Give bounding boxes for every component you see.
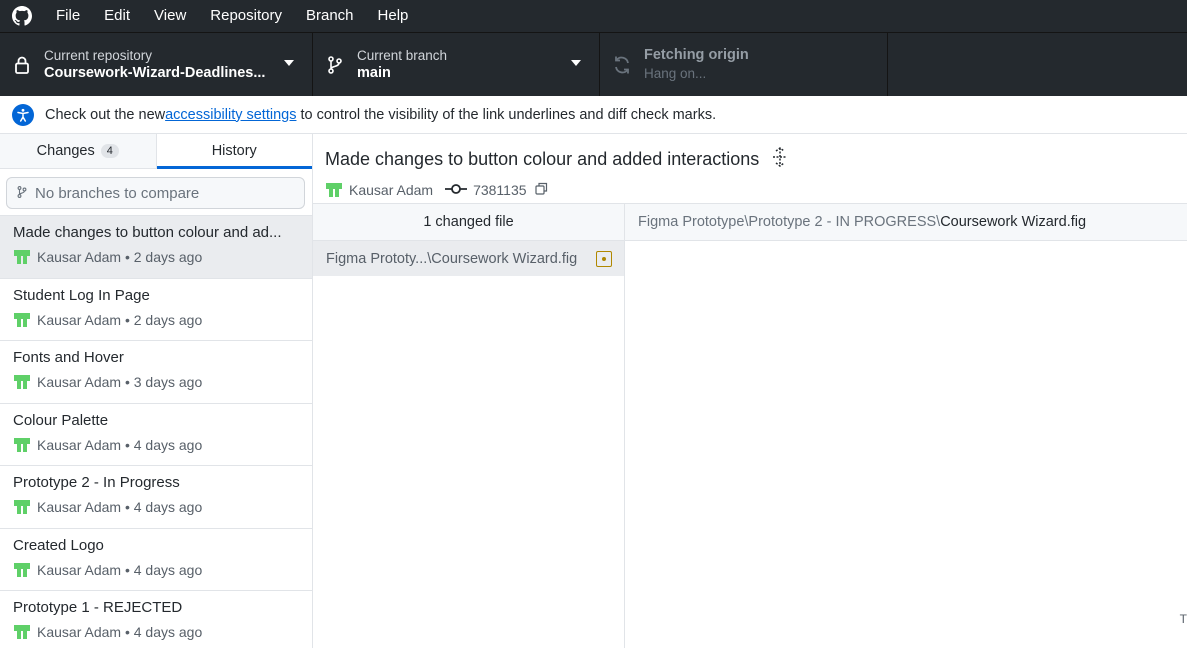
caret-down-icon [284, 60, 294, 66]
compare-branch-wrap: No branches to compare [0, 169, 312, 216]
changed-file-row[interactable]: Figma Prototy...\Coursework Wizard.fig [313, 241, 624, 276]
commit-summary-header: Made changes to button colour and added … [313, 134, 1187, 204]
diff-file-directory: Figma Prototype\Prototype 2 - IN PROGRES… [638, 214, 941, 230]
history-sidebar: Changes 4 History No branches to compare… [0, 134, 313, 648]
changed-files-header: 1 changed file [313, 204, 624, 241]
changes-count-badge: 4 [100, 144, 119, 158]
accessibility-icon [12, 103, 34, 126]
current-repository-label: Current repository [44, 47, 153, 63]
commit-list-item[interactable]: Student Log In Page Kausar Adam • 2 days… [0, 279, 312, 341]
commit-author: Kausar Adam [37, 561, 122, 578]
commit-title: Made changes to button colour and ad... [13, 224, 282, 241]
accessibility-settings-link[interactable]: accessibility settings [165, 107, 296, 123]
commit-author: Kausar Adam [37, 311, 122, 328]
fetch-origin-status: Hang on... [644, 65, 707, 81]
commit-detail-title: Made changes to button colour and added … [325, 149, 760, 169]
fetch-origin-label: Fetching origin [644, 46, 749, 63]
menu-branch[interactable]: Branch [294, 0, 366, 32]
menu-file[interactable]: File [44, 0, 92, 32]
commit-list-item[interactable]: Colour Palette Kausar Adam • 4 days ago [0, 404, 312, 466]
notice-text-after: to control the visibility of the link un… [296, 106, 717, 123]
tab-history[interactable]: History [156, 134, 312, 169]
current-branch-button[interactable]: Current branch main [313, 33, 600, 96]
commit-time: 2 days ago [133, 249, 203, 265]
avatar-icon [325, 181, 343, 199]
caret-down-icon [571, 60, 581, 66]
diff-file-name: Coursework Wizard.fig [940, 214, 1087, 230]
commit-author: Kausar Adam [37, 624, 122, 640]
avatar-icon [13, 623, 31, 641]
expand-icon[interactable] [771, 147, 789, 172]
menu-edit[interactable]: Edit [92, 0, 142, 32]
diff-file-header: Figma Prototype\Prototype 2 - IN PROGRES… [625, 204, 1187, 241]
commit-time: 3 days ago [133, 374, 203, 390]
branch-icon [17, 185, 27, 202]
changed-files-column: 1 changed file Figma Prototy...\Coursewo… [313, 204, 625, 648]
menu-bar: File Edit View Repository Branch Help [0, 0, 1187, 32]
commit-list-item[interactable]: Prototype 2 - In Progress Kausar Adam • … [0, 466, 312, 529]
git-commit-icon [445, 182, 468, 198]
current-branch-value: main [357, 64, 391, 81]
changed-file-path: Figma Prototy...\Coursework Wizard.fig [326, 250, 578, 267]
menu-view[interactable]: View [142, 0, 198, 32]
avatar-icon [13, 248, 31, 266]
avatar-icon [13, 373, 31, 391]
avatar-icon [13, 498, 31, 516]
commit-list-item[interactable]: Created Logo Kausar Adam • 4 days ago [0, 529, 312, 591]
commit-title: Colour Palette [13, 411, 109, 429]
commit-list-item[interactable]: Prototype 1 - REJECTED Kausar Adam • 4 d… [0, 591, 312, 648]
current-repository-value: Coursework-Wizard-Deadlines... [44, 64, 266, 81]
current-repository-button[interactable]: Current repository Coursework-Wizard-Dea… [0, 33, 313, 96]
accessibility-notice-banner: Check out the new accessibility settings… [0, 96, 1187, 134]
branch-icon [313, 55, 357, 74]
sync-icon [600, 55, 644, 75]
compare-branch-placeholder: No branches to compare [35, 184, 200, 202]
tab-history-label: History [211, 143, 257, 159]
copy-icon[interactable] [534, 182, 548, 198]
avatar-icon [13, 311, 31, 329]
fetch-origin-button[interactable]: Fetching origin Hang on... [600, 33, 888, 96]
commit-detail-author: Kausar Adam [349, 182, 434, 198]
commit-author: Kausar Adam [37, 499, 122, 515]
commit-time: 4 days ago [133, 499, 203, 515]
commit-title: Fonts and Hover [13, 349, 124, 366]
commit-list-item[interactable]: Made changes to button colour and ad... … [0, 216, 312, 279]
menu-repository[interactable]: Repository [198, 0, 294, 32]
avatar-icon [13, 436, 31, 454]
commit-list-item[interactable]: Fonts and Hover Kausar Adam • 3 days ago [0, 341, 312, 404]
commit-sha: 7381135 [473, 182, 527, 198]
commit-title: Created Logo [13, 536, 104, 554]
commit-author: Kausar Adam [37, 436, 122, 453]
tab-changes-label: Changes [36, 143, 95, 159]
commit-detail-panel: Made changes to button colour and added … [313, 134, 1187, 648]
commit-time: 4 days ago [133, 624, 203, 640]
github-logo-icon [0, 0, 44, 32]
lock-icon [0, 56, 44, 74]
commit-title: Student Log In Page [13, 286, 150, 304]
avatar-icon [13, 561, 31, 579]
menu-help[interactable]: Help [366, 0, 421, 32]
commit-author: Kausar Adam [37, 374, 122, 390]
toolbar: Current repository Coursework-Wizard-Dea… [0, 32, 1187, 96]
tab-changes[interactable]: Changes 4 [0, 134, 157, 168]
notice-text-before: Check out the new [45, 106, 166, 123]
corner-glyph: T [1179, 612, 1187, 626]
current-branch-label: Current branch [357, 47, 448, 63]
sidebar-tabs: Changes 4 History [0, 134, 312, 169]
file-modified-icon [596, 250, 612, 267]
commit-time: 4 days ago [133, 561, 203, 578]
commit-time: 2 days ago [133, 311, 203, 328]
diff-column: Figma Prototype\Prototype 2 - IN PROGRES… [625, 204, 1187, 648]
commit-title: Prototype 2 - In Progress [13, 474, 180, 491]
commit-title: Prototype 1 - REJECTED [13, 599, 183, 616]
commit-author: Kausar Adam [37, 249, 122, 265]
compare-branch-input[interactable]: No branches to compare [6, 177, 305, 209]
commit-time: 4 days ago [133, 436, 203, 453]
